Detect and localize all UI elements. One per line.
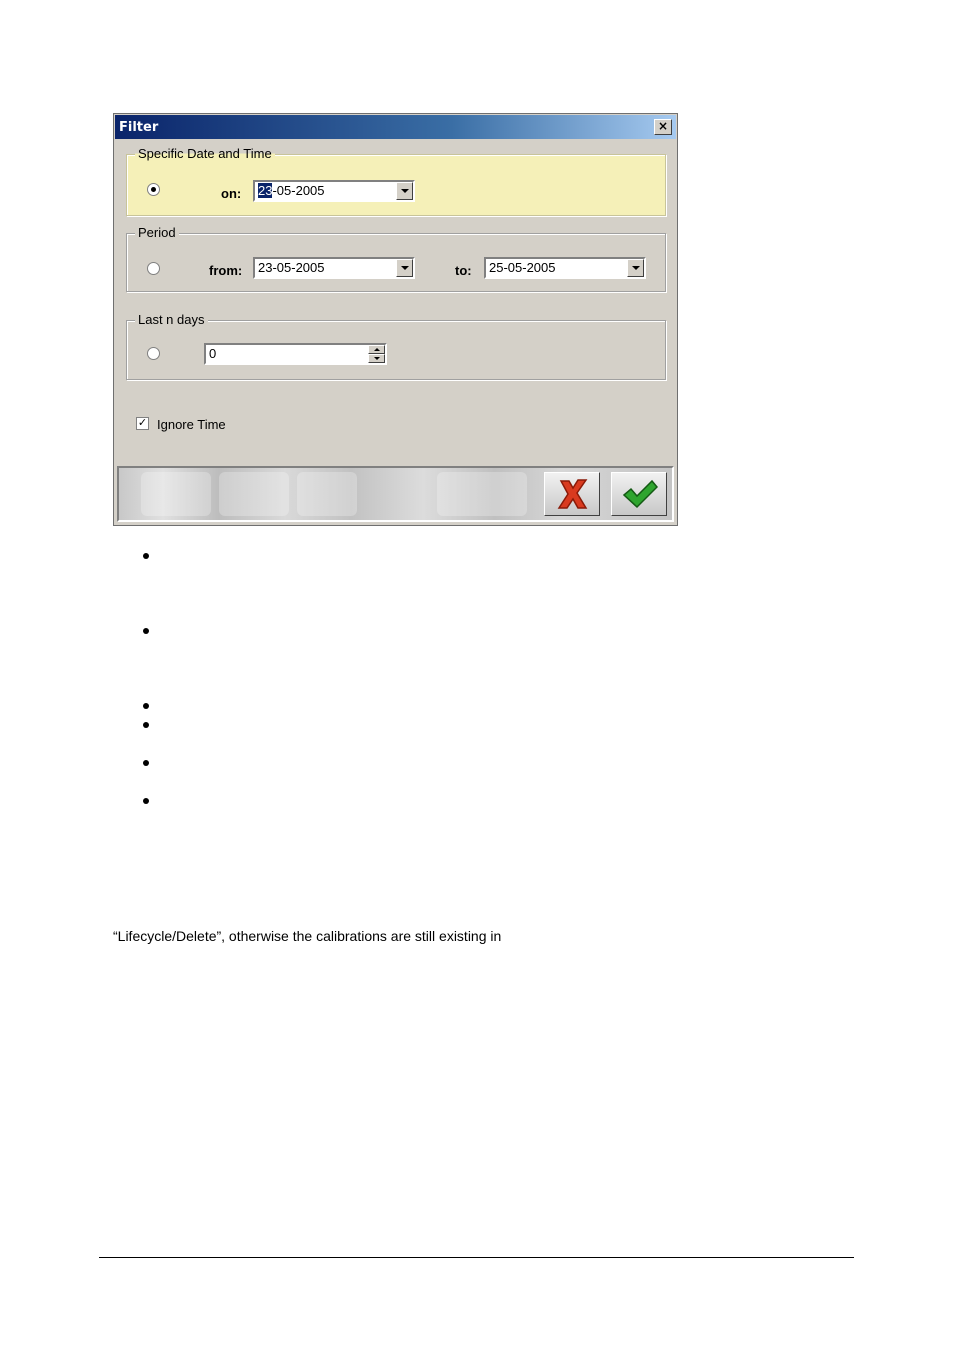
date-rest: -05-2005 bbox=[272, 183, 325, 198]
days-value: 0 bbox=[209, 346, 217, 361]
document-line: “Lifecycle/Delete”, otherwise the calibr… bbox=[113, 928, 502, 944]
chevron-down-icon[interactable] bbox=[396, 182, 413, 200]
period-to-combo[interactable]: 25-05-2005 bbox=[484, 257, 646, 279]
specific-date-combo[interactable]: 23-05-2005 bbox=[253, 180, 415, 202]
red-x-icon bbox=[557, 479, 588, 509]
page-footer-divider bbox=[99, 1257, 854, 1258]
last-n-days-radio[interactable] bbox=[147, 347, 160, 360]
footer-decoration bbox=[297, 472, 357, 516]
green-check-icon bbox=[622, 479, 658, 509]
date-selected-part: 23 bbox=[258, 183, 273, 198]
specific-date-radio[interactable] bbox=[147, 183, 160, 196]
footer-decoration bbox=[219, 472, 289, 516]
period-radio[interactable] bbox=[147, 262, 160, 275]
bullet bbox=[143, 628, 149, 634]
specific-date-legend: Specific Date and Time bbox=[135, 146, 275, 161]
close-icon: × bbox=[657, 119, 669, 133]
footer-decoration bbox=[141, 472, 211, 516]
bullet bbox=[143, 703, 149, 709]
filter-dialog: Filter × Specific Date and Time on: 23-0… bbox=[113, 113, 678, 526]
close-button[interactable]: × bbox=[654, 119, 672, 135]
period-legend: Period bbox=[135, 225, 179, 240]
spin-up-icon[interactable] bbox=[368, 345, 385, 354]
chevron-down-icon[interactable] bbox=[627, 259, 644, 277]
days-spinner[interactable]: 0 bbox=[204, 343, 387, 365]
specific-date-group: Specific Date and Time on: 23-05-2005 bbox=[126, 146, 666, 216]
ok-button[interactable] bbox=[611, 472, 667, 516]
last-n-days-group: Last n days 0 bbox=[126, 312, 666, 380]
to-value: 25-05-2005 bbox=[489, 260, 556, 275]
bullet bbox=[143, 760, 149, 766]
bullet bbox=[143, 722, 149, 728]
to-label: to: bbox=[455, 263, 472, 278]
check-icon: ✓ bbox=[137, 416, 148, 429]
dialog-footer bbox=[117, 466, 674, 522]
spin-down-icon[interactable] bbox=[368, 354, 385, 363]
last-n-days-legend: Last n days bbox=[135, 312, 208, 327]
chevron-down-icon[interactable] bbox=[396, 259, 413, 277]
ignore-time-checkbox[interactable]: ✓ bbox=[136, 417, 149, 430]
period-group: Period from: 23-05-2005 to: 25-05-2005 bbox=[126, 225, 666, 292]
ignore-time-label: Ignore Time bbox=[157, 417, 226, 432]
from-label: from: bbox=[209, 263, 243, 278]
footer-decoration bbox=[437, 472, 527, 516]
dialog-title: Filter bbox=[119, 120, 159, 135]
bullet bbox=[143, 553, 149, 559]
title-bar[interactable]: Filter × bbox=[115, 115, 676, 139]
cancel-button[interactable] bbox=[544, 472, 600, 516]
from-value: 23-05-2005 bbox=[258, 260, 325, 275]
period-from-combo[interactable]: 23-05-2005 bbox=[253, 257, 415, 279]
bullet bbox=[143, 798, 149, 804]
on-label: on: bbox=[221, 186, 242, 201]
